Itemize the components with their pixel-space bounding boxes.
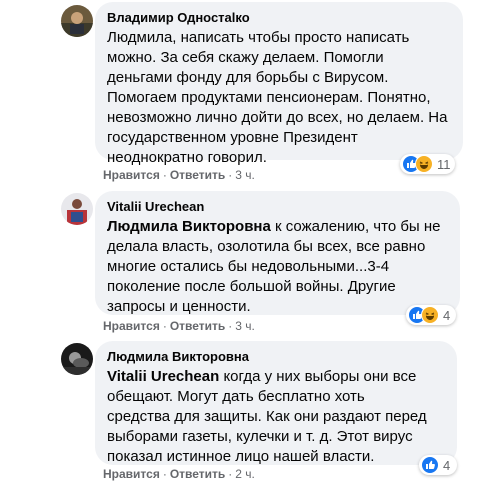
avatar[interactable] xyxy=(61,5,93,37)
reply-button[interactable]: Ответить xyxy=(170,467,225,481)
comment-bubble: Vitalii Urechean Людмила Викторовна к со… xyxy=(95,191,460,315)
comment-time[interactable]: 3 ч. xyxy=(235,168,255,182)
comment-text: Людмила, написать чтобы просто написать … xyxy=(107,29,448,166)
comment-time[interactable]: 3 ч. xyxy=(235,319,255,333)
reaction-summary[interactable]: 11 xyxy=(400,154,455,174)
comment-author[interactable]: Vitalii Urechean xyxy=(107,199,448,215)
avatar[interactable] xyxy=(61,343,93,375)
comment-author[interactable]: Людмила Викторовна xyxy=(107,349,445,365)
reaction-summary[interactable]: 4 xyxy=(406,305,456,325)
avatar[interactable] xyxy=(61,193,93,225)
comment-time[interactable]: 2 ч. xyxy=(235,467,255,481)
like-button[interactable]: Нравится xyxy=(103,467,160,481)
comment-text: Людмила Викторовна к сожалению, что бы н… xyxy=(107,218,441,315)
reply-button[interactable]: Ответить xyxy=(170,168,225,182)
comment-actions: Нравится · Ответить · 3 ч. xyxy=(103,168,255,182)
like-icon xyxy=(421,456,439,474)
mention-link[interactable]: Людмила Викторовна xyxy=(107,218,271,235)
haha-icon xyxy=(421,306,439,324)
comment-author[interactable]: Владимир Одностalко xyxy=(107,10,451,26)
reaction-count: 11 xyxy=(437,156,451,172)
like-button[interactable]: Нравится xyxy=(103,168,160,182)
comment-actions: Нравится · Ответить · 3 ч. xyxy=(103,319,255,333)
mention-link[interactable]: Vitalii Urechean xyxy=(107,368,219,385)
reaction-summary[interactable]: 4 xyxy=(419,455,457,475)
comment-actions: Нравится · Ответить · 2 ч. xyxy=(103,467,255,481)
comment-bubble: Людмила Викторовна Vitalii Urechean когд… xyxy=(95,341,457,465)
like-button[interactable]: Нравится xyxy=(103,319,160,333)
comment-bubble: Владимир Одностalко Людмила, написать чт… xyxy=(95,2,463,166)
haha-icon xyxy=(415,155,433,173)
reaction-count: 4 xyxy=(443,307,451,323)
comment-text: Vitalii Urechean когда у них выборы они … xyxy=(107,368,427,465)
reaction-count: 4 xyxy=(443,457,451,473)
reply-button[interactable]: Ответить xyxy=(170,319,225,333)
